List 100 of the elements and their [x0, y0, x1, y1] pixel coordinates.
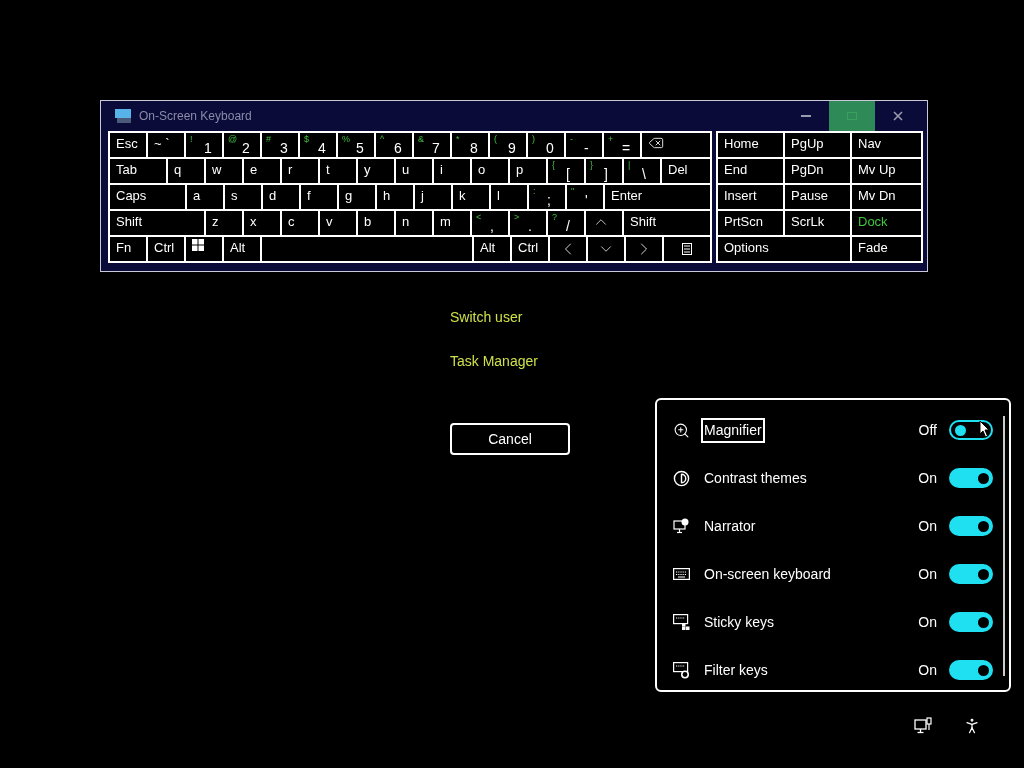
keyboard-key[interactable]: ? /: [548, 211, 584, 235]
keyboard-key[interactable]: p: [510, 159, 546, 183]
key-symbol: =: [622, 141, 631, 155]
setting-status: On: [918, 516, 937, 536]
toggle-switch[interactable]: [949, 468, 993, 488]
keyboard-key[interactable]: o: [472, 159, 508, 183]
setting-label: Sticky keys: [703, 612, 775, 632]
setting-status: On: [918, 564, 937, 584]
keyboard-key[interactable]: v: [320, 211, 356, 235]
keyboard-key[interactable]: t: [320, 159, 356, 183]
network-monitor-icon[interactable]: [914, 717, 932, 735]
toggle-switch[interactable]: [949, 612, 993, 632]
keyboard-key[interactable]: s: [225, 185, 261, 209]
keyboard-key[interactable]: Shift: [110, 211, 204, 235]
window-title: On-Screen Keyboard: [139, 108, 252, 125]
keyboard-key[interactable]: Fade: [852, 237, 921, 261]
keyboard-key[interactable]: [664, 237, 710, 261]
keyboard-key[interactable]: $ 4: [300, 133, 336, 157]
keyboard-key[interactable]: d: [263, 185, 299, 209]
keyboard-key[interactable]: Esc: [110, 133, 146, 157]
keyboard-key[interactable]: ~ `: [148, 133, 184, 157]
setting-label: Narrator: [703, 516, 757, 536]
keyboard-key[interactable]: h: [377, 185, 413, 209]
keyboard-key[interactable]: u: [396, 159, 432, 183]
keyboard-key[interactable]: Tab: [110, 159, 166, 183]
menu-link[interactable]: Task Manager: [450, 351, 538, 371]
keyboard-key[interactable]: : ;: [529, 185, 565, 209]
toggle-knob: [978, 520, 989, 532]
keyboard-key[interactable]: e: [244, 159, 280, 183]
keyboard-key[interactable]: Mv Up: [852, 159, 921, 183]
keyboard-key[interactable]: i: [434, 159, 470, 183]
keyboard-key[interactable]: Ctrl: [148, 237, 184, 261]
keyboard-key[interactable]: Insert: [718, 185, 783, 209]
toggle-switch[interactable]: [949, 516, 993, 536]
keyboard-key[interactable]: Shift: [624, 211, 710, 235]
keyboard-key[interactable]: Caps: [110, 185, 185, 209]
cancel-button[interactable]: Cancel: [450, 423, 570, 455]
keyboard-key[interactable]: Ctrl: [512, 237, 548, 261]
keyboard-key[interactable]: j: [415, 185, 451, 209]
keyboard-key[interactable]: ^ 6: [376, 133, 412, 157]
keyboard-key[interactable]: End: [718, 159, 783, 183]
menu-link[interactable]: Switch user: [450, 307, 523, 327]
keyboard-key[interactable]: [186, 237, 222, 261]
keyboard-key[interactable]: Del: [662, 159, 710, 183]
keyboard-key[interactable]: Enter: [605, 185, 710, 209]
keyboard-key[interactable]: l: [491, 185, 527, 209]
keyboard-key[interactable]: g: [339, 185, 375, 209]
keyboard-key[interactable]: < ,: [472, 211, 508, 235]
keyboard-key[interactable]: r: [282, 159, 318, 183]
keyboard-key[interactable]: c: [282, 211, 318, 235]
keyboard-key[interactable]: ! 1: [186, 133, 222, 157]
keyboard-key[interactable]: ( 9: [490, 133, 526, 157]
keyboard-key[interactable]: n: [396, 211, 432, 235]
keyboard-key[interactable]: & 7: [414, 133, 450, 157]
keyboard-key[interactable]: ScrLk: [785, 211, 850, 235]
shift-symbol: $: [304, 135, 309, 144]
toggle-switch[interactable]: [949, 660, 993, 680]
keyboard-key[interactable]: | \: [624, 159, 660, 183]
keyboard-key[interactable]: " ': [567, 185, 603, 209]
keyboard-key[interactable]: [642, 133, 710, 157]
keyboard-key[interactable]: ) 0: [528, 133, 564, 157]
keyboard-key[interactable]: k: [453, 185, 489, 209]
keyboard-key[interactable]: m: [434, 211, 470, 235]
toggle-switch[interactable]: [949, 564, 993, 584]
keyboard-key[interactable]: f: [301, 185, 337, 209]
keyboard-key[interactable]: PrtScn: [718, 211, 783, 235]
keyboard-key[interactable]: % 5: [338, 133, 374, 157]
keyboard-key[interactable]: + =: [604, 133, 640, 157]
close-icon: [893, 111, 903, 121]
keyboard-key[interactable]: b: [358, 211, 394, 235]
keyboard-key[interactable]: Home: [718, 133, 783, 157]
setting-status: Off: [918, 420, 937, 440]
keyboard-key[interactable]: Alt: [224, 237, 260, 261]
key-symbol: 8: [470, 141, 478, 155]
keyboard-key[interactable]: > .: [510, 211, 546, 235]
keyboard-key[interactable]: Mv Dn: [852, 185, 921, 209]
keyboard-key[interactable]: - -: [566, 133, 602, 157]
keyboard-key[interactable]: { [: [548, 159, 584, 183]
keyboard-key[interactable]: Nav: [852, 133, 921, 157]
keyboard-key[interactable]: z: [206, 211, 242, 235]
shift-symbol: *: [456, 135, 460, 144]
keyboard-key[interactable]: * 8: [452, 133, 488, 157]
key-symbol: ;: [547, 193, 551, 207]
keyboard-key[interactable]: a: [187, 185, 223, 209]
keyboard-key[interactable]: Alt: [474, 237, 510, 261]
keyboard-key[interactable]: y: [358, 159, 394, 183]
keyboard-key[interactable]: w: [206, 159, 242, 183]
keyboard-key[interactable]: Options: [718, 237, 850, 261]
keyboard-key[interactable]: } ]: [586, 159, 622, 183]
toggle-knob: [955, 424, 966, 436]
keyboard-key[interactable]: x: [244, 211, 280, 235]
keyboard-key[interactable]: # 3: [262, 133, 298, 157]
keyboard-key[interactable]: PgUp: [785, 133, 850, 157]
keyboard-key[interactable]: q: [168, 159, 204, 183]
keyboard-key[interactable]: @ 2: [224, 133, 260, 157]
keyboard-key[interactable]: Fn: [110, 237, 146, 261]
keyboard-key[interactable]: PgDn: [785, 159, 850, 183]
shift-symbol: |: [628, 161, 631, 170]
keyboard-key[interactable]: Dock: [852, 211, 921, 235]
keyboard-key[interactable]: Pause: [785, 185, 850, 209]
